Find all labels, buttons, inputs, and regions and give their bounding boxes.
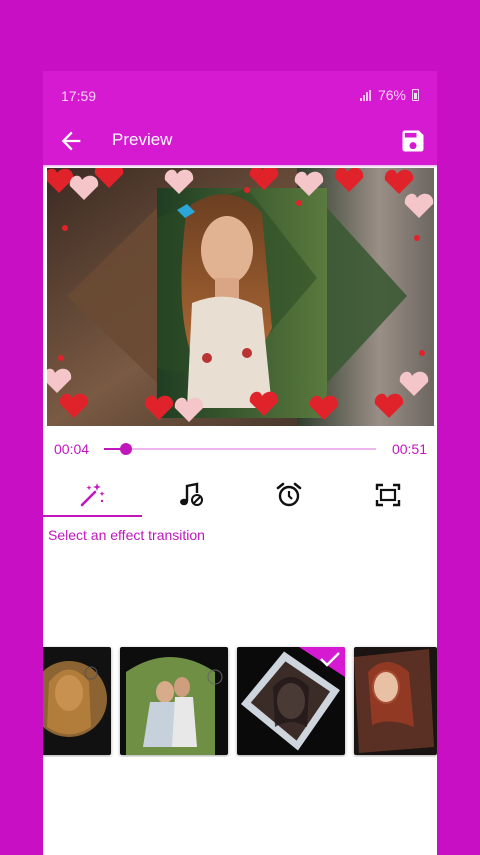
transition-item[interactable] <box>43 647 111 755</box>
transition-item-selected[interactable] <box>237 647 345 755</box>
total-time: 00:51 <box>391 441 427 457</box>
app-toolbar: Preview <box>43 117 437 165</box>
alarm-clock-icon <box>276 482 302 507</box>
tab-effects[interactable] <box>43 475 142 517</box>
transition-item[interactable] <box>354 647 437 755</box>
frame-icon <box>375 483 400 507</box>
status-indicators: 76% <box>359 87 419 103</box>
current-time: 00:04 <box>54 441 90 457</box>
app-screen: 17:59 76% Preview 00:04 00:51 Select an … <box>43 71 437 855</box>
transition-list <box>43 645 437 757</box>
magic-wand-icon <box>80 483 105 507</box>
editor-tabs <box>43 475 438 517</box>
status-time: 17:59 <box>61 88 97 104</box>
effect-hint: Select an effect transition <box>48 527 205 543</box>
arrow-back-icon[interactable] <box>57 127 85 155</box>
video-preview[interactable] <box>47 168 434 426</box>
tab-frame[interactable] <box>339 475 438 515</box>
status-bar: 17:59 76% <box>43 71 437 117</box>
seek-thumb[interactable] <box>119 443 132 455</box>
tab-duration[interactable] <box>240 475 339 515</box>
playback-bar: 00:04 00:51 <box>43 433 437 465</box>
battery-percent: 76% <box>377 87 406 103</box>
signal-icon <box>359 89 371 101</box>
page-title: Preview <box>112 130 173 149</box>
music-icon <box>179 482 203 506</box>
save-icon[interactable] <box>399 127 427 155</box>
seek-track[interactable] <box>104 448 376 450</box>
transition-item[interactable] <box>120 647 228 755</box>
tab-music[interactable] <box>142 475 241 515</box>
battery-icon <box>412 89 419 101</box>
